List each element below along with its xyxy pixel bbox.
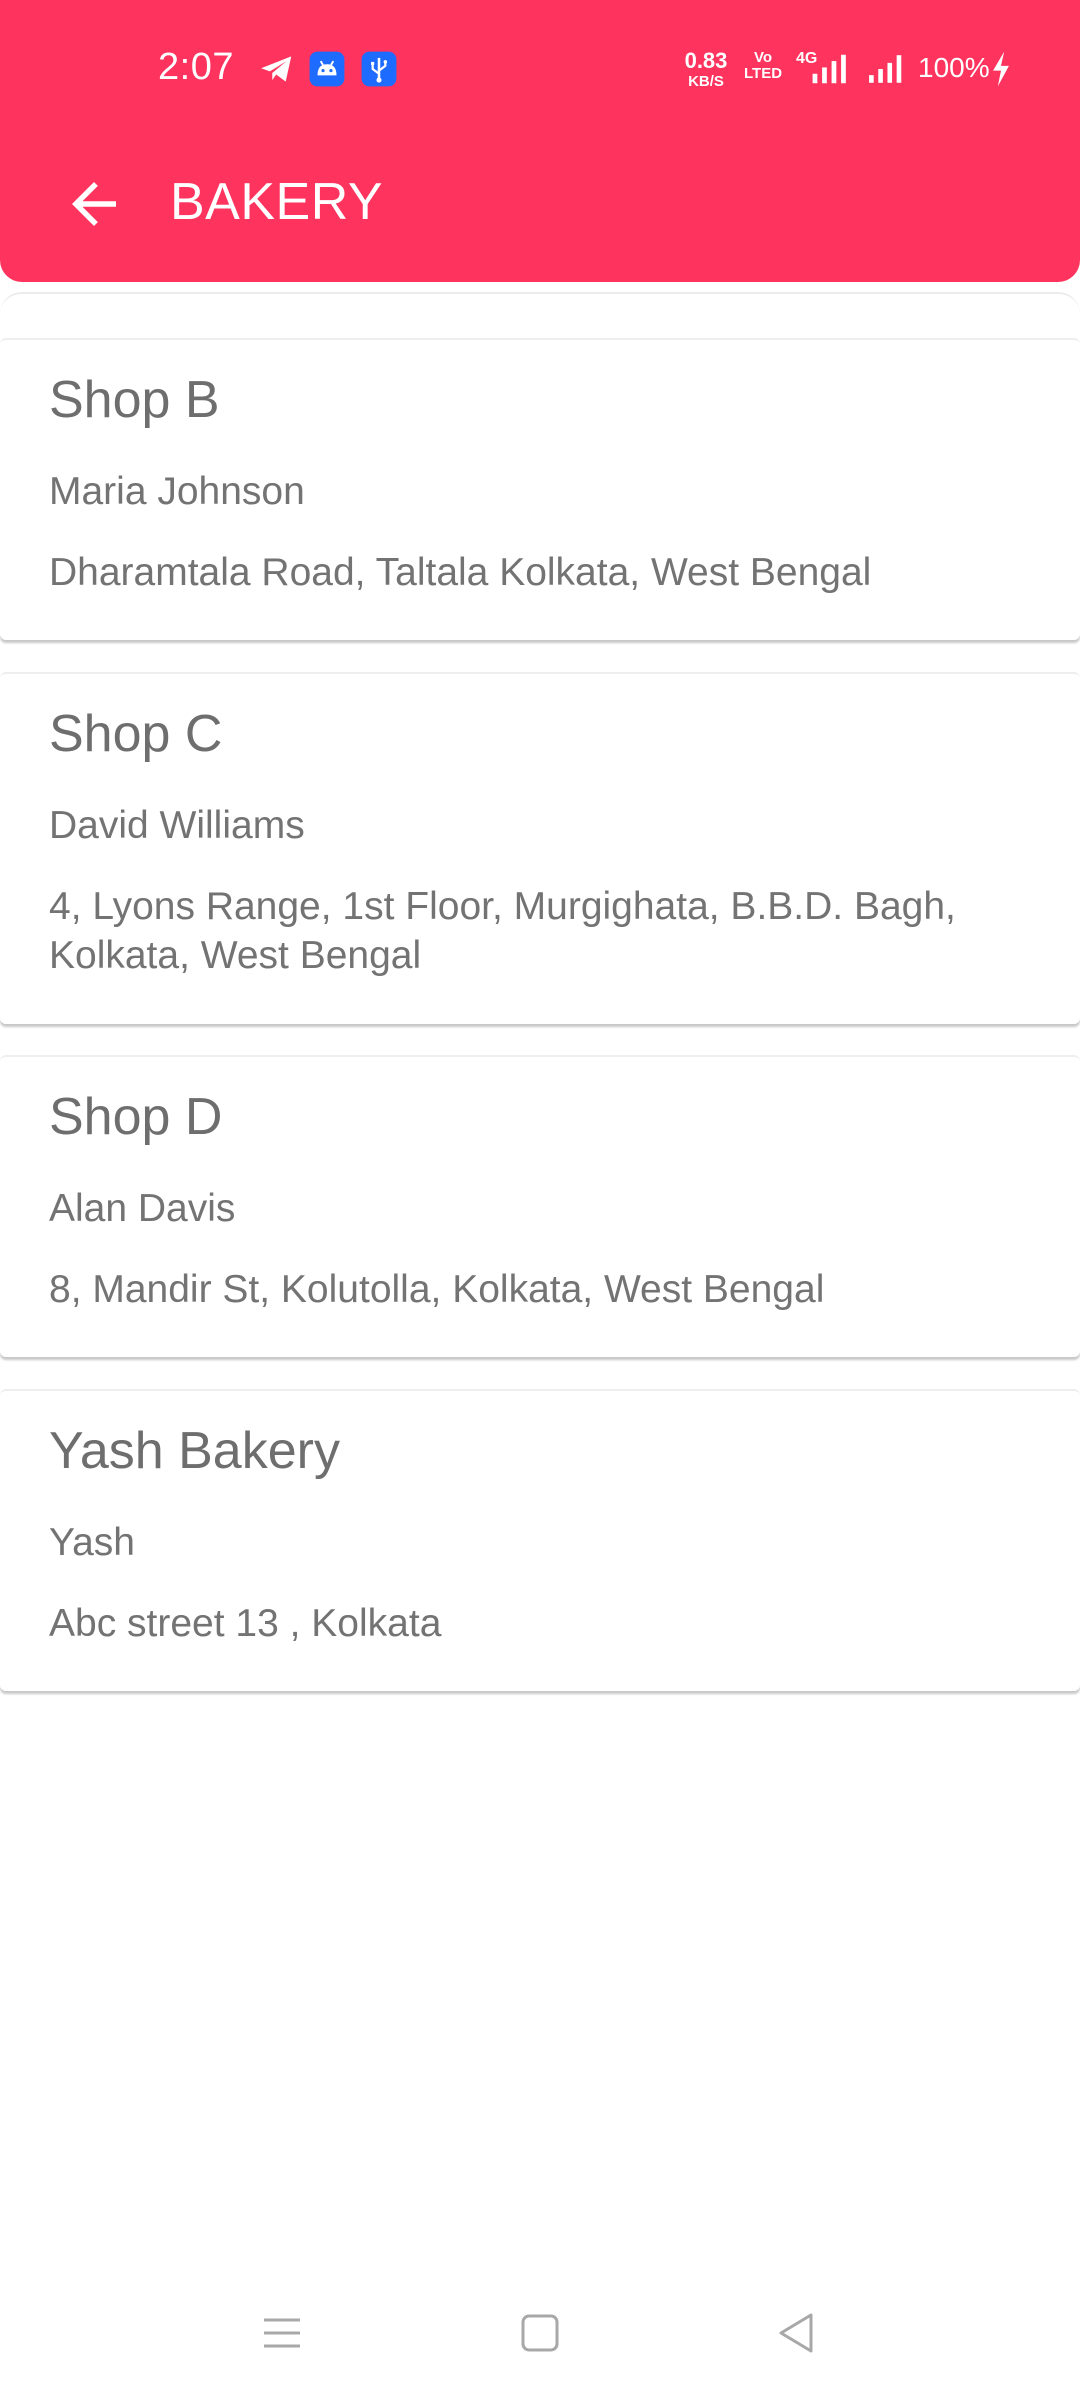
shop-card[interactable]: Yash Bakery Yash Abc street 13 , Kolkata [0, 1389, 1080, 1691]
volte-top: Vo [753, 49, 773, 66]
shop-owner: David Williams [49, 804, 305, 847]
shop-address: 8, Mandir St, Kolutolla, Kolkata, West B… [49, 1268, 825, 1311]
battery-percent: 100% [918, 52, 990, 83]
shop-name: Shop D [49, 1088, 223, 1146]
network-speed: 0.83 KB/S [680, 48, 732, 90]
home-button[interactable] [500, 2296, 580, 2370]
recents-button[interactable] [242, 2296, 322, 2370]
volte-indicator: Vo LTED [744, 50, 782, 82]
page-title: BAKERY [170, 173, 384, 231]
shop-name: Shop B [49, 371, 220, 429]
network-speed-value: 0.83 [684, 48, 728, 73]
shop-owner: Maria Johnson [49, 470, 305, 513]
status-bar: 2:07 0.83 KB/S Vo LTED 4G 100% [0, 0, 1080, 136]
charging-icon [988, 50, 1014, 88]
system-nav-bar [0, 2266, 1080, 2400]
android-icon [308, 50, 346, 88]
volte-bottom: LTED [744, 64, 783, 82]
telegram-icon [258, 50, 296, 88]
back-button[interactable] [52, 162, 136, 246]
status-time: 2:07 [158, 46, 234, 88]
shop-name: Yash Bakery [49, 1422, 340, 1480]
usb-icon [360, 50, 398, 88]
shop-address: Abc street 13 , Kolkata [49, 1602, 442, 1645]
shop-card[interactable]: Shop B Maria Johnson Dharamtala Road, Ta… [0, 338, 1080, 640]
shop-owner: Alan Davis [49, 1187, 236, 1230]
shop-address: 4, Lyons Range, 1st Floor, Murgighata, B… [49, 885, 956, 977]
menu-icon [262, 2316, 302, 2350]
shop-name: Shop C [49, 705, 223, 763]
home-square-icon [520, 2313, 560, 2353]
system-back-button[interactable] [756, 2296, 836, 2370]
signal-icon [866, 50, 912, 88]
shop-owner: Yash [49, 1521, 135, 1564]
arrow-left-icon [61, 171, 127, 237]
shop-address: Dharamtala Road, Taltala Kolkata, West B… [49, 551, 872, 594]
toolbar: BAKERY [0, 136, 1080, 272]
shop-card[interactable]: Shop C David Williams 4, Lyons Range, 1s… [0, 672, 1080, 1024]
back-triangle-icon [776, 2311, 816, 2355]
signal-icon [806, 50, 854, 88]
shop-card[interactable]: Shop D Alan Davis 8, Mandir St, Kolutoll… [0, 1055, 1080, 1357]
app-header: 2:07 0.83 KB/S Vo LTED 4G 100% BAKERY [0, 0, 1080, 282]
network-speed-unit: KB/S [688, 73, 724, 90]
